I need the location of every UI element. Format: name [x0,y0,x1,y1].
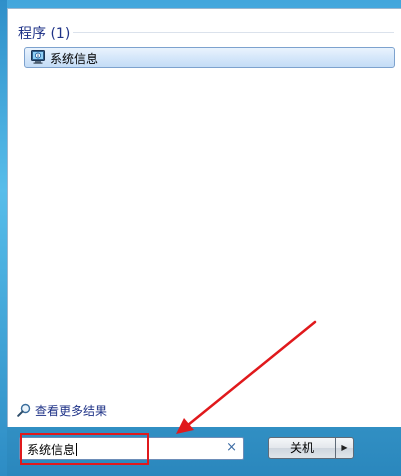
search-input[interactable]: 系统信息 × [19,437,244,460]
see-more-results-label: 查看更多结果 [35,404,108,418]
result-item-system-info[interactable]: 系统信息 [24,47,395,68]
section-divider [73,32,394,33]
result-label: 系统信息 [50,52,99,66]
clear-search-icon[interactable]: × [226,440,237,456]
section-title-programs: 程序 (1) [18,26,71,42]
shutdown-options-arrow-icon[interactable]: ▶ [335,437,354,459]
start-menu: 程序 (1) 系统信息 查看更多结果 系统信息 × 关机 ▶ [0,0,401,476]
desktop-background-strip [0,0,7,476]
system-info-icon [31,50,45,64]
search-results-panel: 程序 (1) 系统信息 查看更多结果 [7,8,401,427]
shutdown-button[interactable]: 关机 [268,437,336,459]
search-input-value: 系统信息 [27,443,78,457]
search-magnifier-icon [17,403,31,417]
text-caret [76,443,78,456]
